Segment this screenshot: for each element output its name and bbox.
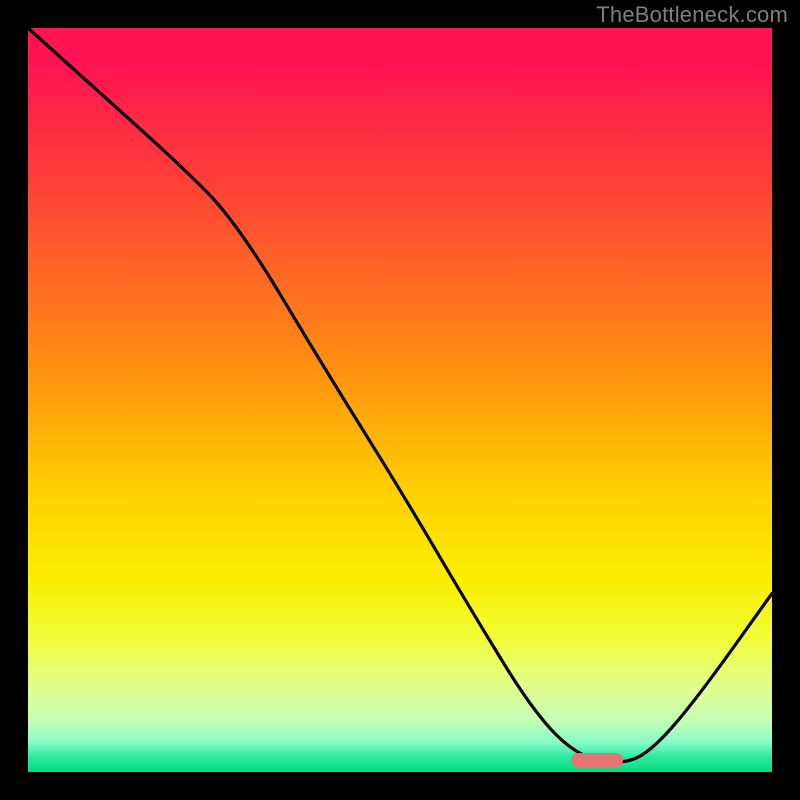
plot-area [28, 28, 772, 772]
watermark-text: TheBottleneck.com [596, 2, 788, 28]
bottleneck-curve [28, 28, 772, 772]
minimum-marker [571, 753, 623, 767]
chart-frame: TheBottleneck.com [0, 0, 800, 800]
